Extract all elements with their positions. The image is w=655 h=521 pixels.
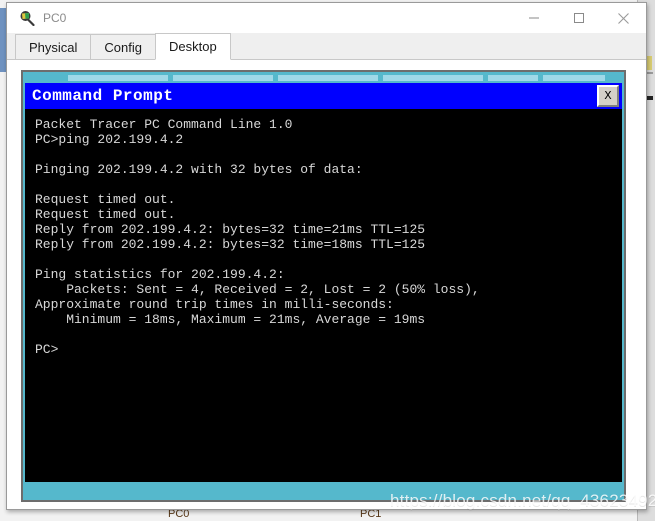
tab-physical[interactable]: Physical xyxy=(15,34,92,59)
command-prompt-close-icon[interactable]: X xyxy=(597,85,619,107)
toolrow-segment xyxy=(278,75,378,81)
close-button[interactable] xyxy=(601,3,646,33)
terminal-line: Minimum = 18ms, Maximum = 21ms, Average … xyxy=(35,312,426,327)
tabstrip: Physical Config Desktop xyxy=(7,33,646,60)
command-prompt-toolrow xyxy=(23,72,624,83)
terminal-line: Approximate round trip times in milli-se… xyxy=(35,297,394,312)
minimize-button[interactable] xyxy=(511,3,556,33)
packet-tracer-pc-icon xyxy=(19,10,35,27)
desktop-panel: Command Prompt X Packet Tracer PC Comman… xyxy=(7,60,646,509)
window-title: PC0 xyxy=(43,11,67,25)
terminal-line: Packet Tracer PC Command Line 1.0 xyxy=(35,117,293,132)
terminal-line: Request timed out. xyxy=(35,207,176,222)
terminal-line: PC>ping 202.199.4.2 xyxy=(35,132,184,147)
terminal-line: Reply from 202.199.4.2: bytes=32 time=18… xyxy=(35,237,426,252)
toolrow-segment xyxy=(173,75,273,81)
terminal-line: Pinging 202.199.4.2 with 32 bytes of dat… xyxy=(35,162,363,177)
tab-config[interactable]: Config xyxy=(90,34,156,59)
toolrow-segment xyxy=(488,75,538,81)
toolrow-segment xyxy=(543,75,605,81)
pc0-window: PC0 Physical Config Desktop Command Prom… xyxy=(6,2,647,510)
terminal-line: Request timed out. xyxy=(35,192,176,207)
terminal-line: Ping statistics for 202.199.4.2: xyxy=(35,267,285,282)
terminal-output[interactable]: Packet Tracer PC Command Line 1.0 PC>pin… xyxy=(25,109,622,482)
terminal-line-prompt[interactable]: PC> xyxy=(35,342,622,357)
terminal-line: Packets: Sent = 4, Received = 2, Lost = … xyxy=(35,282,480,297)
command-prompt-window: Command Prompt X Packet Tracer PC Comman… xyxy=(21,70,626,502)
toolrow-segment xyxy=(68,75,168,81)
window-titlebar[interactable]: PC0 xyxy=(7,3,646,33)
window-controls xyxy=(511,3,646,33)
tab-desktop[interactable]: Desktop xyxy=(155,33,231,60)
terminal-line: Reply from 202.199.4.2: bytes=32 time=21… xyxy=(35,222,426,237)
maximize-button[interactable] xyxy=(556,3,601,33)
command-prompt-titlebar[interactable]: Command Prompt X xyxy=(25,83,622,109)
toolrow-segment xyxy=(383,75,483,81)
command-prompt-title: Command Prompt xyxy=(32,87,174,105)
